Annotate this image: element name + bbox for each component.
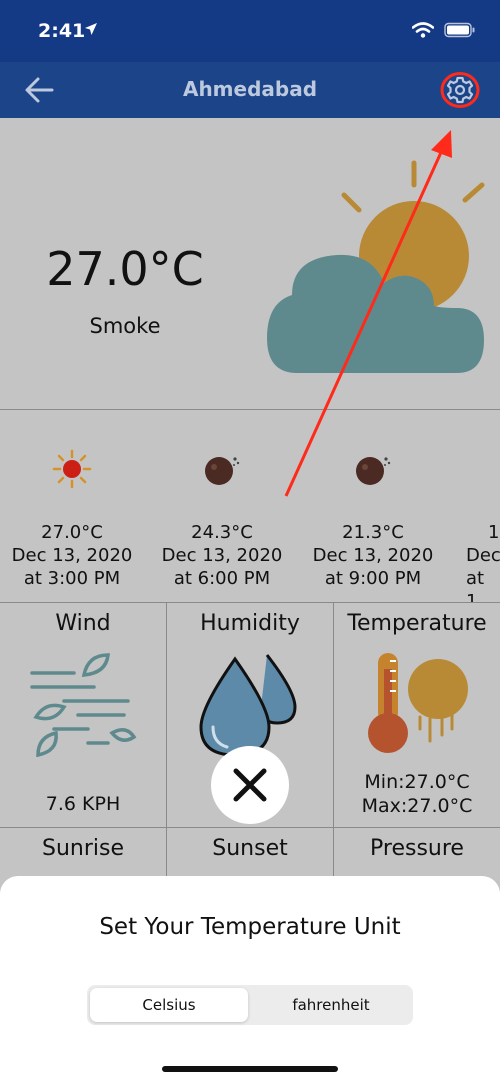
celsius-option[interactable]: Celsius bbox=[90, 988, 248, 1022]
hourly-temp: 24.3°C bbox=[191, 522, 253, 543]
location-arrow-icon bbox=[85, 23, 97, 35]
navigation-bar: Ahmedabad bbox=[0, 62, 500, 118]
hourly-item: 21.3°C Dec 13, 2020 at 9:00 PM bbox=[288, 411, 458, 590]
water-drops-icon bbox=[199, 654, 297, 757]
temperature-card: Temperature Min:27.0°C Max:27.0°C bbox=[334, 603, 500, 828]
hourly-time: at 6:00 PM bbox=[173, 568, 271, 589]
home-indicator bbox=[162, 1066, 338, 1072]
hourly-item: 24.3°C Dec 13, 2020 at 6:00 PM bbox=[137, 411, 307, 590]
hourly-forecast[interactable]: 27.0°C Dec 13, 2020 at 3:00 PM 24.3°C De… bbox=[0, 411, 500, 603]
wind-card: Wind 7.6 KPH bbox=[0, 603, 167, 828]
status-time: 2:41 bbox=[38, 20, 86, 42]
hourly-item-partial: 1 Dec at 1 bbox=[466, 411, 500, 603]
settings-gear-icon[interactable] bbox=[440, 72, 480, 108]
sunset-title: Sunset bbox=[212, 836, 288, 861]
battery-icon bbox=[444, 22, 475, 38]
current-temperature: 27.0°C bbox=[46, 242, 204, 296]
pressure-title: Pressure bbox=[370, 836, 464, 861]
details-grid: Wind 7.6 KPH Humidity Temperature Min:27… bbox=[0, 603, 500, 888]
sunrise-title: Sunrise bbox=[41, 836, 124, 861]
hourly-date: Dec 13, 2020 bbox=[312, 545, 434, 566]
temperature-unit-sheet: Set Your Temperature Unit Celsius fahren… bbox=[0, 876, 500, 1082]
cloud-sun-icon bbox=[267, 160, 485, 373]
hourly-temp: 1 bbox=[488, 522, 500, 543]
status-icons bbox=[412, 22, 476, 38]
city-title: Ahmedabad bbox=[182, 77, 318, 101]
temperature-title: Temperature bbox=[347, 611, 487, 636]
hourly-time: at 3:00 PM bbox=[23, 568, 121, 589]
wifi-icon bbox=[412, 22, 434, 38]
thermometer-sun-icon bbox=[368, 653, 468, 753]
hourly-date: Dec 13, 2020 bbox=[11, 545, 133, 566]
hourly-time: at 1 bbox=[466, 568, 485, 603]
close-icon bbox=[233, 768, 267, 802]
night-haze-icon bbox=[205, 457, 240, 485]
night-haze-icon bbox=[356, 457, 391, 485]
hourly-item: 27.0°C Dec 13, 2020 at 3:00 PM bbox=[0, 411, 157, 590]
wind-icon bbox=[30, 653, 137, 758]
temperature-min: Min:27.0°C bbox=[364, 771, 470, 793]
hourly-time: at 9:00 PM bbox=[324, 568, 422, 589]
current-weather-panel: 27.0°C Smoke bbox=[0, 118, 500, 410]
wind-title: Wind bbox=[55, 611, 111, 636]
sun-icon bbox=[52, 449, 92, 489]
weather-screen: 2:41 Ahmedabad 27.0°C Smoke 27.0°C Dec 1… bbox=[0, 0, 500, 1082]
hourly-date: Dec 13, 2020 bbox=[161, 545, 283, 566]
close-button[interactable] bbox=[211, 746, 289, 824]
hourly-temp: 27.0°C bbox=[41, 522, 103, 543]
hourly-date: Dec bbox=[466, 545, 500, 566]
current-description: Smoke bbox=[89, 314, 161, 338]
status-bar: 2:41 bbox=[0, 0, 500, 62]
temperature-max: Max:27.0°C bbox=[361, 795, 473, 817]
fahrenheit-option[interactable]: fahrenheit bbox=[252, 988, 410, 1022]
unit-segmented-control: Celsius fahrenheit bbox=[87, 985, 413, 1025]
humidity-title: Humidity bbox=[200, 611, 300, 636]
hourly-temp: 21.3°C bbox=[342, 522, 404, 543]
wind-value: 7.6 KPH bbox=[45, 793, 121, 815]
sheet-title: Set Your Temperature Unit bbox=[99, 914, 401, 940]
